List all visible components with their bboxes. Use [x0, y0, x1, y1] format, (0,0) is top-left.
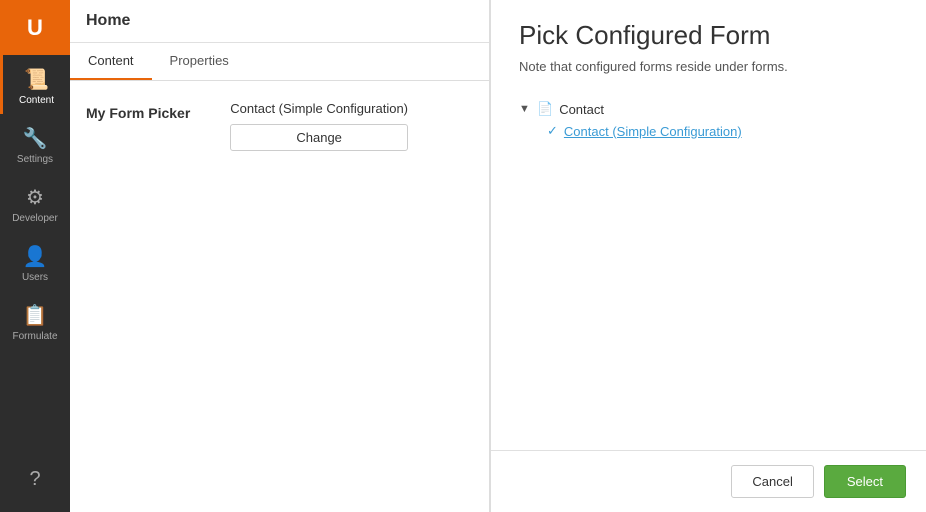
- tree-child-link[interactable]: Contact (Simple Configuration): [564, 124, 742, 139]
- help-icon: ?: [29, 468, 40, 491]
- tree-area: ▼ 📄 Contact ✓ Contact (Simple Configurat…: [491, 98, 926, 450]
- sidebar-item-formulate[interactable]: 📋 Formulate: [0, 291, 70, 350]
- sidebar: U 📜 Content 🔧 Settings ⚙ Developer 👤 Use…: [0, 0, 70, 512]
- formulate-icon: 📋: [23, 303, 48, 328]
- tree-node-icon: 📄: [537, 101, 553, 117]
- sidebar-item-label-settings: Settings: [17, 154, 53, 165]
- tabs-bar: Content Properties: [70, 43, 489, 81]
- select-button[interactable]: Select: [824, 465, 906, 498]
- tree-check-icon: ✓: [547, 123, 558, 139]
- tree-child-node: ✓ Contact (Simple Configuration): [547, 120, 898, 142]
- form-picker-label: My Form Picker: [86, 105, 190, 121]
- page-title: Home: [70, 0, 489, 43]
- sidebar-item-developer[interactable]: ⚙ Developer: [0, 173, 70, 232]
- users-icon: 👤: [23, 244, 48, 269]
- tree-toggle-icon[interactable]: ▼: [519, 103, 531, 115]
- settings-icon: 🔧: [23, 126, 48, 151]
- logo-icon: U: [27, 15, 43, 41]
- tree-root-label: Contact: [559, 102, 604, 117]
- developer-icon: ⚙: [26, 185, 44, 210]
- form-picker-value: Contact (Simple Configuration) Change: [230, 101, 408, 151]
- sidebar-logo[interactable]: U: [0, 0, 70, 55]
- tab-properties[interactable]: Properties: [152, 43, 247, 80]
- main-area: Home Content Properties My Form Picker C…: [70, 0, 490, 512]
- sidebar-item-users[interactable]: 👤 Users: [0, 232, 70, 291]
- sidebar-item-help[interactable]: ?: [29, 456, 40, 502]
- content-area: My Form Picker Contact (Simple Configura…: [70, 81, 489, 512]
- form-picker-row: My Form Picker Contact (Simple Configura…: [86, 101, 473, 151]
- sidebar-item-label-users: Users: [22, 272, 48, 283]
- sidebar-item-content[interactable]: 📜 Content: [0, 55, 70, 114]
- form-picker-current-value: Contact (Simple Configuration): [230, 101, 408, 116]
- change-button[interactable]: Change: [230, 124, 408, 151]
- sidebar-item-label-formulate: Formulate: [12, 331, 57, 342]
- panel-subtitle: Note that configured forms reside under …: [519, 59, 898, 74]
- right-panel: Pick Configured Form Note that configure…: [490, 0, 926, 512]
- sidebar-bottom: ?: [29, 456, 40, 512]
- sidebar-item-settings[interactable]: 🔧 Settings: [0, 114, 70, 173]
- cancel-button[interactable]: Cancel: [731, 465, 813, 498]
- panel-title: Pick Configured Form: [519, 20, 898, 51]
- panel-footer: Cancel Select: [491, 450, 926, 512]
- content-icon: 📜: [24, 67, 49, 92]
- tab-content[interactable]: Content: [70, 43, 152, 80]
- sidebar-item-label-content: Content: [19, 95, 54, 106]
- sidebar-item-label-developer: Developer: [12, 213, 58, 224]
- tree-root-node: ▼ 📄 Contact: [519, 98, 898, 120]
- panel-header: Pick Configured Form Note that configure…: [491, 0, 926, 98]
